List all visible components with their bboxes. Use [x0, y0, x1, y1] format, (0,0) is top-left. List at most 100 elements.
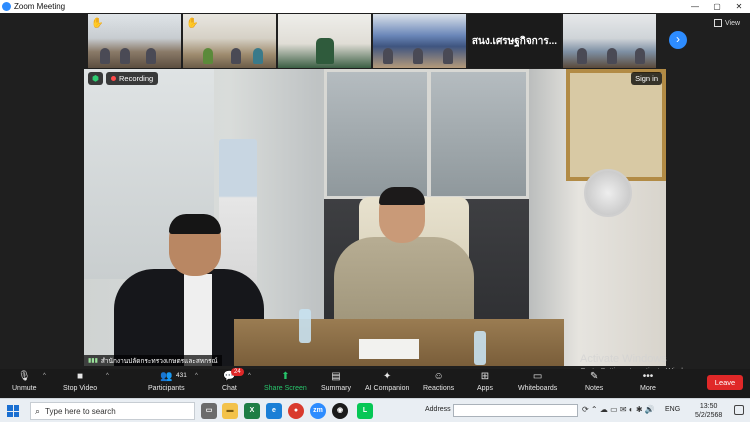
meeting-controls-bar: 🎙 Unmute ^ ■ Stop Video ^ 👥 Participants…: [0, 368, 750, 398]
chat-unread-badge: 24: [231, 368, 244, 376]
participant-figure: [316, 38, 334, 64]
edge-icon[interactable]: e: [266, 403, 282, 419]
windows-start-icon[interactable]: [7, 405, 19, 417]
stop-video-button[interactable]: ■ Stop Video: [63, 369, 97, 392]
system-tray-icons[interactable]: ⟳ ⌃ ☁ ▭ ✉ ◐ ✱ 🔊: [582, 405, 655, 414]
apps-button[interactable]: ⊞ Apps: [477, 369, 493, 392]
reactions-button[interactable]: ☺ Reactions: [423, 369, 454, 392]
whiteboards-label: Whiteboards: [518, 385, 558, 392]
address-toolbar-input[interactable]: [453, 404, 578, 417]
zoom-icon[interactable]: zm: [310, 403, 326, 419]
share-screen-button[interactable]: ⬆ Share Screen: [264, 369, 307, 392]
address-label: Address: [425, 406, 451, 413]
chevron-up-icon[interactable]: ^: [106, 373, 109, 379]
video-scene-noticeboard: [566, 69, 666, 181]
shield-icon[interactable]: ⬢: [88, 72, 103, 85]
watermark-line1: Activate Windows: [580, 353, 667, 365]
language-indicator[interactable]: ENG: [665, 406, 680, 413]
stop-video-label: Stop Video: [63, 385, 98, 392]
share-screen-label: Share Screen: [264, 385, 307, 392]
people-icon: 👥: [160, 371, 173, 382]
search-icon: ⌕: [35, 405, 41, 416]
ai-companion-button[interactable]: ✦ AI Companion: [365, 369, 409, 392]
close-button[interactable]: ✕: [728, 0, 750, 13]
app-icon[interactable]: ◉: [332, 403, 348, 419]
window-controls: — ▢ ✕: [684, 0, 750, 13]
task-view-icon[interactable]: ▭: [201, 403, 217, 419]
maximize-button[interactable]: ▢: [706, 0, 728, 13]
participant-figure: [413, 48, 423, 64]
chat-label: Chat: [222, 385, 237, 392]
document-icon: ▤: [331, 371, 341, 382]
smiley-icon: ☺: [433, 371, 444, 382]
line-icon[interactable]: L: [357, 403, 373, 419]
apps-grid-icon: ⊞: [480, 371, 490, 382]
participants-label: Participants: [148, 385, 185, 392]
search-placeholder: Type here to search: [45, 406, 116, 416]
record-dot-icon: [111, 76, 116, 81]
more-label: More: [640, 385, 656, 392]
participants-count: 431: [176, 372, 187, 379]
window-titlebar: Zoom Meeting — ▢ ✕: [0, 0, 750, 13]
sign-in-button[interactable]: Sign in: [631, 72, 662, 85]
chevron-right-icon[interactable]: ›: [669, 31, 687, 49]
meeting-stage: ✋ ✋ สนง.เศรษฐกิจการ... › View ⬢ Recordin…: [0, 13, 750, 369]
sparkle-icon: ✦: [382, 371, 392, 382]
minimize-button[interactable]: —: [684, 0, 706, 13]
summary-button[interactable]: ▤ Summary: [321, 369, 351, 392]
video-scene-window: [324, 69, 529, 199]
participant-figure: [100, 48, 110, 64]
excel-icon[interactable]: X: [244, 403, 260, 419]
file-explorer-icon[interactable]: ▬: [222, 403, 238, 419]
whiteboard-icon: ▭: [532, 371, 543, 382]
chevron-up-icon[interactable]: ^: [195, 373, 198, 379]
video-scene-fan: [584, 169, 632, 217]
chevron-up-icon[interactable]: ^: [248, 373, 251, 379]
zoom-app-icon: [2, 2, 11, 11]
windows-taskbar: ⌕ Type here to search ▭ ▬ X e ● zm ◉ L A…: [0, 398, 750, 422]
leave-button[interactable]: Leave: [707, 375, 743, 390]
participant-figure: [607, 48, 617, 64]
participant-tile[interactable]: ✋: [183, 14, 276, 68]
raised-hand-icon: ✋: [91, 18, 104, 29]
participant-figure: [443, 48, 453, 64]
video-scene-bottle: [299, 309, 311, 343]
participant-figure: [231, 48, 241, 64]
more-dots-icon: •••: [642, 371, 654, 382]
view-button[interactable]: View: [714, 19, 740, 27]
chrome-icon[interactable]: ●: [288, 403, 304, 419]
grid-icon: [714, 19, 722, 27]
speaker-name: สำนักงานปลัดกระทรวงเกษตรและสหกรณ์: [100, 357, 218, 365]
participant-figure: [253, 48, 263, 64]
signal-icon: ▮▮▮: [88, 358, 98, 364]
summary-label: Summary: [321, 385, 351, 392]
more-button[interactable]: ••• More: [640, 369, 656, 392]
notes-button[interactable]: ✎ Notes: [585, 369, 603, 392]
participant-figure: [383, 48, 393, 64]
participant-tile[interactable]: [278, 14, 371, 68]
clock-date: 5/2/2568: [695, 412, 723, 419]
camera-icon: ■: [77, 371, 84, 382]
unmute-button[interactable]: 🎙 Unmute: [12, 369, 37, 392]
participant-figure: [635, 48, 645, 64]
participant-tile[interactable]: [373, 14, 466, 68]
participant-tile[interactable]: [563, 14, 656, 68]
taskbar-clock[interactable]: 13:50 5/2/2568: [695, 402, 722, 420]
participant-figure: [120, 48, 130, 64]
participant-figure: [577, 48, 587, 64]
whiteboards-button[interactable]: ▭ Whiteboards: [518, 369, 557, 392]
video-scene-bottle: [474, 331, 486, 365]
recording-indicator[interactable]: Recording: [106, 72, 159, 85]
active-speaker-video[interactable]: ⬢ Recording Sign in ▮▮▮ สำนักงานปลัดกระท…: [84, 69, 666, 366]
participant-tile-name-only[interactable]: สนง.เศรษฐกิจการ...: [468, 14, 561, 68]
notes-icon: ✎: [589, 371, 599, 382]
raised-hand-icon: ✋: [186, 18, 199, 29]
participant-name: สนง.เศรษฐกิจการ...: [471, 35, 558, 47]
taskbar-search[interactable]: ⌕ Type here to search: [30, 402, 195, 420]
video-scene-paper: [359, 339, 419, 359]
gallery-strip: ✋ ✋ สนง.เศรษฐกิจการ...: [88, 14, 656, 68]
participant-tile[interactable]: ✋: [88, 14, 181, 68]
notification-icon[interactable]: [734, 405, 744, 415]
chevron-up-icon[interactable]: ^: [43, 373, 46, 379]
video-person-center: [334, 187, 474, 332]
